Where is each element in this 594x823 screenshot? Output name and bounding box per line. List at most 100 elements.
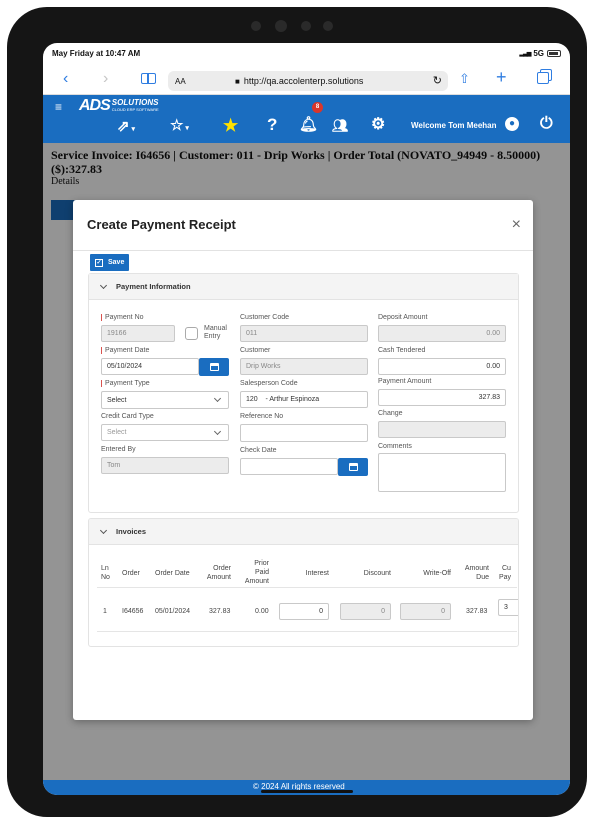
payment-amount-field[interactable]: 327.83: [378, 389, 506, 406]
row-discount-input: 0: [340, 603, 391, 620]
payment-no-label: Payment No: [101, 314, 144, 321]
welcome-text: Welcome Tom Meehan: [411, 121, 497, 130]
col-order-date: Order Date: [155, 570, 190, 577]
menu-icon[interactable]: ≡: [55, 99, 62, 115]
create-payment-receipt-dialog: Create Payment Receipt × ✓ Save Payment I…: [73, 200, 533, 720]
reload-icon[interactable]: ↻: [433, 74, 442, 87]
network-type: 5G: [533, 48, 544, 58]
divider: [73, 250, 533, 251]
payment-amount-label: Payment Amount: [378, 378, 432, 385]
camera-dot: [301, 21, 311, 31]
settings-icon[interactable]: ⚙: [371, 117, 385, 133]
bookmarks-icon[interactable]: [141, 73, 156, 84]
credit-card-type-select[interactable]: Select: [101, 424, 229, 441]
payment-date-field[interactable]: 05/10/2024: [101, 358, 199, 375]
row-interest-input[interactable]: 0: [279, 603, 329, 620]
user-avatar-icon[interactable]: ●: [505, 117, 519, 131]
cash-tendered-label: Cash Tendered: [378, 347, 426, 354]
entered-by-field: Tom: [101, 457, 229, 474]
address-bar[interactable]: AA ■ http://qa.accolenterp.solutions ↻: [168, 71, 448, 91]
starred-icon[interactable]: ★: [223, 117, 238, 134]
signal-icon: ▂▃▅: [519, 50, 531, 57]
notification-badge: 8: [312, 102, 323, 113]
comments-textarea[interactable]: [378, 453, 506, 492]
app-footer: © 2024 All rights reserved: [43, 780, 570, 795]
lock-icon: ■: [235, 76, 240, 86]
row-order-date: 05/01/2024: [155, 608, 191, 615]
manual-entry-label: Manual Entry: [204, 325, 227, 340]
camera-dot: [323, 21, 333, 31]
payment-type-label: Payment Type: [101, 380, 150, 387]
customer-field: Drip Works: [240, 358, 368, 375]
save-button[interactable]: ✓ Save: [90, 254, 130, 271]
check-date-label: Check Date: [240, 447, 277, 454]
customer-code-label: Customer Code: [240, 314, 290, 321]
chevron-down-icon: [213, 394, 222, 403]
col-order-amount: Order Amount: [206, 565, 231, 581]
chevron-down-icon: [99, 526, 108, 534]
deposit-amount-label: Deposit Amount: [378, 314, 428, 321]
chevron-down-icon: [99, 281, 108, 289]
text-size-button[interactable]: AA: [175, 77, 235, 86]
credit-card-type-label: Credit Card Type: [101, 413, 154, 420]
col-order: Order: [122, 570, 140, 577]
calendar-icon[interactable]: [199, 358, 229, 376]
col-prior-paid-amount: Prior Paid Amount: [244, 560, 269, 585]
col-current-payment: Cu Pay: [499, 565, 512, 581]
new-tab-icon[interactable]: +: [496, 68, 507, 86]
row-current-payment-input[interactable]: 3: [498, 599, 518, 616]
forward-icon[interactable]: ›: [103, 71, 108, 87]
tablet-frame: May Friday at 10:47 AM ▂▃▅ 5G ‹ › AA ■ h…: [7, 7, 587, 817]
camera-dot: [275, 20, 287, 32]
share-icon[interactable]: ⇧: [459, 71, 470, 87]
calendar-icon[interactable]: [338, 458, 368, 476]
url-text: http://qa.accolenterp.solutions: [243, 76, 364, 86]
comments-label: Comments: [378, 443, 412, 450]
share-export-icon[interactable]: ⇗ ▾: [117, 119, 135, 138]
row-amount-due: 327.83: [466, 608, 488, 615]
row-prior-paid: 0.00: [255, 608, 269, 615]
cash-tendered-field[interactable]: 0.00: [378, 358, 506, 375]
users-icon[interactable]: 👥︎: [332, 118, 349, 134]
salesperson-code-field[interactable]: 120 - Arthur Espinoza: [240, 391, 368, 408]
payment-no-field: 19166: [101, 325, 175, 342]
table-bottom-border: [97, 631, 517, 632]
col-amount-due: Amount Due: [464, 565, 489, 581]
salesperson-code-label: Salesperson Code: [240, 380, 298, 387]
payment-type-select[interactable]: Select: [101, 391, 229, 409]
change-label: Change: [378, 410, 403, 417]
payment-information-panel: Payment Information Payment No 19166 Man…: [88, 273, 519, 513]
power-icon[interactable]: ⏻: [540, 116, 553, 132]
col-discount: Discount: [363, 570, 391, 577]
close-icon[interactable]: ×: [512, 216, 521, 234]
tabs-icon[interactable]: [537, 72, 549, 84]
table-divider: [97, 587, 517, 588]
reference-no-field[interactable]: [240, 424, 368, 442]
change-field: [378, 421, 506, 438]
camera-dot: [251, 21, 261, 31]
back-icon[interactable]: ‹: [63, 71, 68, 87]
help-icon[interactable]: ?: [267, 116, 277, 133]
payment-information-header[interactable]: Payment Information: [89, 274, 518, 300]
dialog-title: Create Payment Receipt: [87, 217, 236, 232]
manual-entry-checkbox[interactable]: [185, 327, 198, 340]
row-order: I64656: [122, 608, 144, 615]
chevron-down-icon: [213, 427, 222, 436]
col-ln-no: Ln No: [101, 565, 110, 581]
row-writeoff-input: 0: [400, 603, 451, 620]
favorites-icon[interactable]: ☆ ▾: [170, 118, 189, 137]
deposit-amount-field: 0.00: [378, 325, 506, 342]
status-time: May Friday at 10:47 AM: [52, 48, 141, 58]
entered-by-label: Entered By: [101, 446, 136, 453]
row-order-amount: 327.83: [209, 608, 231, 615]
notifications-icon[interactable]: 🔔︎: [299, 117, 318, 133]
customer-label: Customer: [240, 347, 271, 354]
status-right: ▂▃▅ 5G: [519, 49, 561, 58]
row-ln: 1: [103, 608, 107, 615]
company-logo: ADS SOLUTIONS CLOUD ERP SOFTWARE: [79, 97, 159, 114]
check-date-field[interactable]: [240, 458, 338, 475]
customer-code-field: 011: [240, 325, 368, 342]
home-indicator: [261, 790, 353, 793]
invoices-header[interactable]: Invoices: [89, 519, 518, 545]
ios-status-bar: May Friday at 10:47 AM ▂▃▅ 5G: [43, 43, 570, 63]
